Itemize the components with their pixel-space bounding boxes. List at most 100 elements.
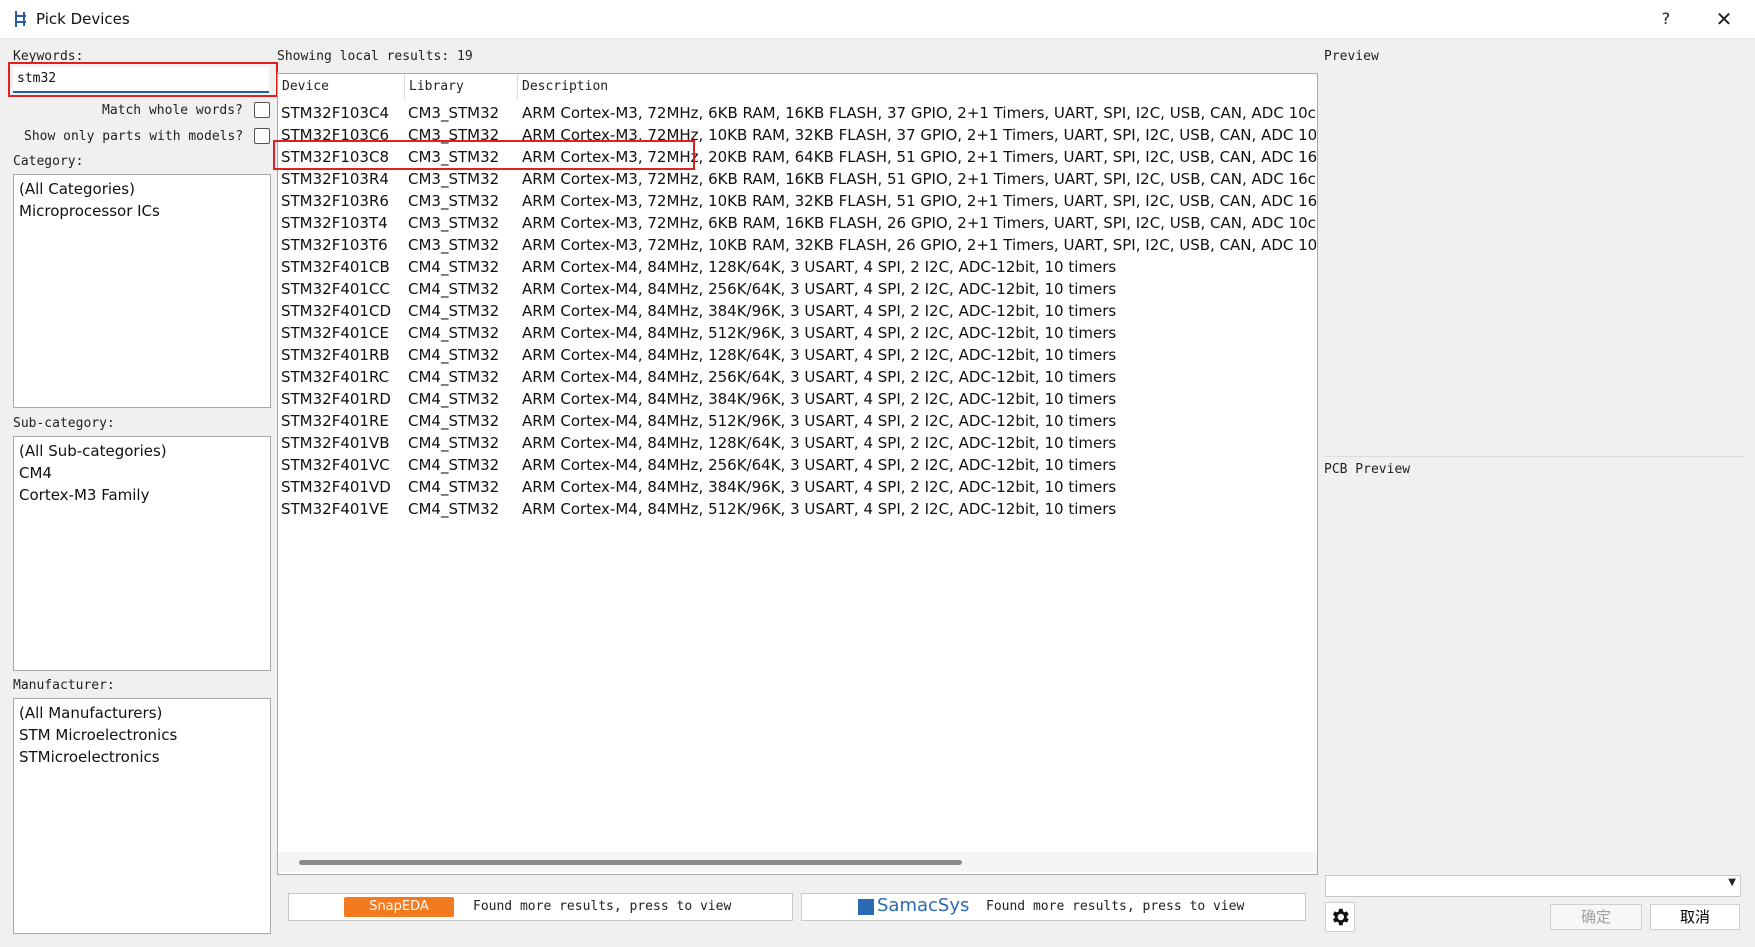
table-row[interactable]: STM32F401VB CM4_STM32 ARM Cortex-M4, 84MHz…	[278, 432, 1317, 454]
column-header-library[interactable]: Library	[405, 74, 518, 100]
show-only-models-label: Show only parts with models?	[24, 129, 244, 144]
package-select[interactable]: ▼	[1325, 875, 1741, 897]
table-row[interactable]: STM32F103C4 CM3_STM32 ARM Cortex-M3, 72MHz…	[278, 102, 1317, 124]
selected-row-highlight-box	[273, 140, 695, 170]
title-bar: Pick Devices ? ✕	[0, 0, 1755, 39]
table-row[interactable]: STM32F401VD CM4_STM32 ARM Cortex-M4, 84MHz…	[278, 476, 1317, 498]
samacsys-icon	[858, 899, 874, 915]
category-list[interactable]: (All Categories) Microprocessor ICs	[13, 174, 271, 408]
show-only-models-checkbox[interactable]	[254, 128, 270, 144]
device-cell: STM32F401CE	[281, 324, 389, 342]
table-row[interactable]: STM32F401CE CM4_STM32 ARM Cortex-M4, 84MHz…	[278, 322, 1317, 344]
device-cell: STM32F401CD	[281, 302, 391, 320]
device-cell: STM32F103R4	[281, 170, 389, 188]
chevron-down-icon: ▼	[1728, 877, 1736, 888]
snapeda-results-button[interactable]: SnapEDA Found more results, press to vie…	[288, 893, 793, 921]
list-item[interactable]: Microprocessor ICs	[14, 200, 270, 222]
device-cell: STM32F401CB	[281, 258, 390, 276]
device-cell: STM32F103T6	[281, 236, 388, 254]
table-row[interactable]: STM32F103T6 CM3_STM32 ARM Cortex-M3, 72MHz…	[278, 234, 1317, 256]
preview-divider	[1324, 456, 1744, 457]
description-cell: ARM Cortex-M3, 72MHz, 6KB RAM, 16KB FLAS…	[522, 104, 1318, 122]
list-item[interactable]: Cortex-M3 Family	[14, 484, 270, 506]
samacsys-text: Found more results, press to view	[986, 899, 1245, 914]
device-cell: STM32F401RB	[281, 346, 390, 364]
library-cell: CM3_STM32	[408, 192, 500, 210]
results-table[interactable]: Device Library Description STM32F103C4 CM…	[277, 73, 1318, 875]
gear-icon	[1332, 908, 1349, 926]
table-row[interactable]: STM32F401CC CM4_STM32 ARM Cortex-M4, 84MHz…	[278, 278, 1317, 300]
list-item[interactable]: STM Microelectronics	[14, 724, 270, 746]
library-cell: CM4_STM32	[408, 434, 500, 452]
manufacturer-list[interactable]: (All Manufacturers) STM Microelectronics…	[13, 698, 271, 934]
description-cell: ARM Cortex-M3, 72MHz, 10KB RAM, 32KB FLA…	[522, 192, 1318, 210]
device-cell: STM32F401CC	[281, 280, 390, 298]
library-cell: CM3_STM32	[408, 170, 500, 188]
library-cell: CM4_STM32	[408, 390, 500, 408]
device-cell: STM32F401VE	[281, 500, 389, 518]
description-cell: ARM Cortex-M4, 84MHz, 128K/64K, 3 USART,…	[522, 346, 1117, 364]
table-row[interactable]: STM32F401CD CM4_STM32 ARM Cortex-M4, 84MHz…	[278, 300, 1317, 322]
samacsys-logo: SamacSys	[877, 895, 970, 916]
ok-button[interactable]: 确定	[1550, 904, 1642, 930]
list-item[interactable]: STMicroelectronics	[14, 746, 270, 768]
keywords-highlight-box	[8, 62, 278, 97]
description-cell: ARM Cortex-M4, 84MHz, 384K/96K, 3 USART,…	[522, 478, 1117, 496]
table-row[interactable]: STM32F103R4 CM3_STM32 ARM Cortex-M3, 72MHz…	[278, 168, 1317, 190]
subcategory-list[interactable]: (All Sub-categories) CM4 Cortex-M3 Famil…	[13, 436, 271, 671]
scrollbar-thumb[interactable]	[299, 860, 962, 865]
table-row[interactable]: STM32F401RC CM4_STM32 ARM Cortex-M4, 84MHz…	[278, 366, 1317, 388]
horizontal-scrollbar[interactable]	[278, 852, 1317, 872]
table-row[interactable]: STM32F401VE CM4_STM32 ARM Cortex-M4, 84MHz…	[278, 498, 1317, 520]
device-cell: STM32F103C4	[281, 104, 389, 122]
samacsys-results-button[interactable]: SamacSys Found more results, press to vi…	[801, 893, 1306, 921]
list-item[interactable]: (All Categories)	[14, 178, 270, 200]
settings-button[interactable]	[1325, 902, 1355, 932]
column-header-description[interactable]: Description	[518, 74, 1317, 100]
description-cell: ARM Cortex-M4, 84MHz, 128K/64K, 3 USART,…	[522, 258, 1117, 276]
list-item[interactable]: CM4	[14, 462, 270, 484]
library-cell: CM3_STM32	[408, 214, 500, 232]
description-cell: ARM Cortex-M4, 84MHz, 256K/64K, 3 USART,…	[522, 368, 1117, 386]
table-row[interactable]: STM32F103R6 CM3_STM32 ARM Cortex-M3, 72MHz…	[278, 190, 1317, 212]
device-cell: STM32F401VB	[281, 434, 390, 452]
subcategory-label: Sub-category:	[13, 416, 115, 431]
library-cell: CM4_STM32	[408, 500, 500, 518]
device-cell: STM32F401RC	[281, 368, 390, 386]
pcb-preview-label: PCB Preview	[1324, 462, 1411, 477]
device-cell: STM32F401RE	[281, 412, 389, 430]
cancel-button[interactable]: 取消	[1650, 904, 1740, 930]
description-cell: ARM Cortex-M4, 84MHz, 256K/64K, 3 USART,…	[522, 280, 1117, 298]
description-cell: ARM Cortex-M4, 84MHz, 512K/96K, 3 USART,…	[522, 500, 1117, 518]
help-button[interactable]: ?	[1650, 4, 1682, 34]
match-whole-words-checkbox[interactable]	[254, 102, 270, 118]
description-cell: ARM Cortex-M3, 72MHz, 6KB RAM, 16KB FLAS…	[522, 170, 1318, 188]
description-cell: ARM Cortex-M4, 84MHz, 512K/96K, 3 USART,…	[522, 324, 1117, 342]
library-cell: CM3_STM32	[408, 104, 500, 122]
library-cell: CM4_STM32	[408, 302, 500, 320]
snapeda-text: Found more results, press to view	[473, 899, 732, 914]
column-header-device[interactable]: Device	[278, 74, 405, 100]
list-item[interactable]: (All Manufacturers)	[14, 702, 270, 724]
window-title: Pick Devices	[36, 10, 130, 28]
device-cell: STM32F103R6	[281, 192, 389, 210]
library-cell: CM4_STM32	[408, 280, 500, 298]
pcb-preview-pane	[1324, 482, 1744, 866]
table-row[interactable]: STM32F401VC CM4_STM32 ARM Cortex-M4, 84MHz…	[278, 454, 1317, 476]
description-cell: ARM Cortex-M4, 84MHz, 384K/96K, 3 USART,…	[522, 390, 1117, 408]
list-item[interactable]: (All Sub-categories)	[14, 440, 270, 462]
library-cell: CM4_STM32	[408, 346, 500, 364]
device-cell: STM32F401VD	[281, 478, 391, 496]
table-row[interactable]: STM32F401RE CM4_STM32 ARM Cortex-M4, 84MHz…	[278, 410, 1317, 432]
category-label: Category:	[13, 154, 84, 169]
library-cell: CM4_STM32	[408, 412, 500, 430]
library-cell: CM4_STM32	[408, 478, 500, 496]
match-whole-words-label: Match whole words?	[102, 103, 243, 118]
close-button[interactable]: ✕	[1706, 4, 1742, 34]
description-cell: ARM Cortex-M4, 84MHz, 256K/64K, 3 USART,…	[522, 456, 1117, 474]
table-row[interactable]: STM32F401RD CM4_STM32 ARM Cortex-M4, 84MHz…	[278, 388, 1317, 410]
table-row[interactable]: STM32F401RB CM4_STM32 ARM Cortex-M4, 84MHz…	[278, 344, 1317, 366]
table-row[interactable]: STM32F103T4 CM3_STM32 ARM Cortex-M3, 72MHz…	[278, 212, 1317, 234]
table-row[interactable]: STM32F401CB CM4_STM32 ARM Cortex-M4, 84MHz…	[278, 256, 1317, 278]
library-cell: CM4_STM32	[408, 258, 500, 276]
